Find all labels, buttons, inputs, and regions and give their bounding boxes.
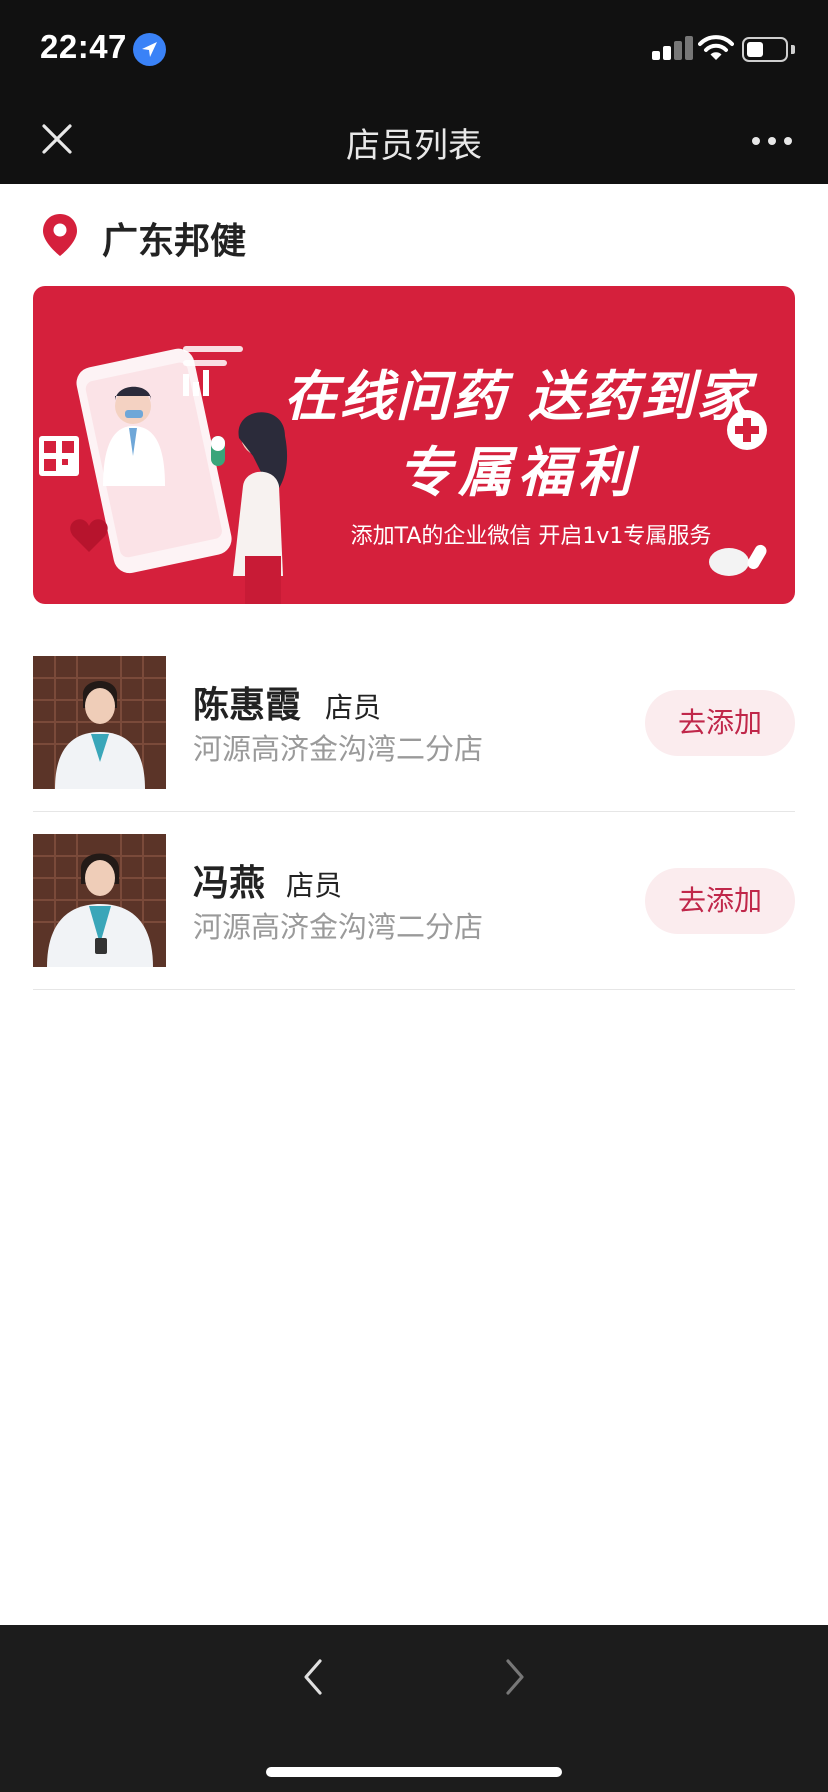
more-dots-icon[interactable] [748,134,798,148]
staff-role: 店员 [286,869,343,902]
chevron-right-icon[interactable] [500,1655,530,1699]
status-bar: 22:47 [0,0,828,98]
add-staff-button[interactable]: 去添加 [645,690,795,756]
nav-bar: 店员列表 [0,98,828,184]
battery-cap [791,45,795,54]
staff-row: 陈惠霞 店员 河源高济金沟湾二分店 去添加 [33,634,795,812]
staff-avatar[interactable] [33,656,166,789]
wifi-icon [698,35,734,60]
chevron-left-icon[interactable] [298,1655,328,1699]
staff-name: 陈惠霞 [193,685,302,726]
add-staff-button[interactable]: 去添加 [645,868,795,934]
status-time: 22:47 [40,28,127,65]
battery-level [747,42,763,57]
staff-store: 河源高济金沟湾二分店 [193,732,484,766]
staff-avatar[interactable] [33,834,166,967]
banner-headline: 在线问药 送药到家 [283,365,753,428]
store-name: 广东邦健 [102,221,247,262]
location-arrow-icon [133,33,166,66]
home-indicator[interactable] [266,1767,562,1777]
cellular-signal-icon [652,36,693,60]
page-title: 店员列表 [346,126,482,166]
banner-headline-2: 专属福利 [398,441,638,504]
bottom-nav-bar [0,1625,828,1792]
staff-row: 冯燕 店员 河源高济金沟湾二分店 去添加 [33,812,795,990]
staff-list: 陈惠霞 店员 河源高济金沟湾二分店 去添加 冯燕 店员 河源高济金沟湾二分店 去… [33,634,795,990]
battery-icon [742,37,788,62]
staff-store: 河源高济金沟湾二分店 [193,910,484,944]
banner-subtitle: 添加TA的企业微信 开启1v1专属服务 [350,524,712,549]
staff-name: 冯燕 [193,863,266,904]
promo-banner[interactable]: 在线问药 送药到家 专属福利 添加TA的企业微信 开启1v1专属服务 [33,286,795,604]
staff-role: 店员 [325,691,382,724]
location-pin-icon [43,214,77,256]
